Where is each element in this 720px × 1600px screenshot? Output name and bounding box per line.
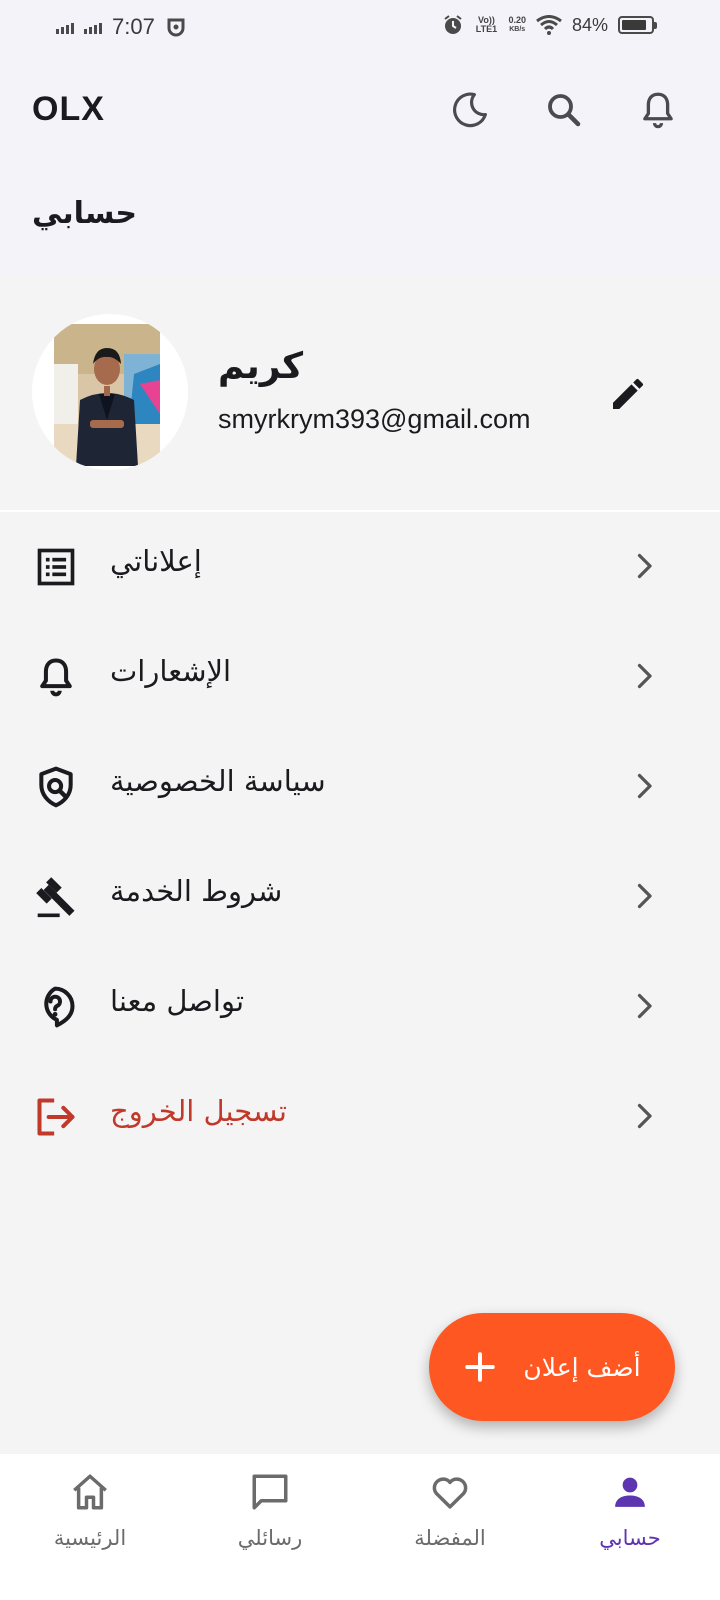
nav-item-home[interactable]: الرئيسية	[0, 1454, 180, 1600]
page-title: حسابي	[32, 196, 138, 231]
help-icon	[32, 983, 80, 1031]
profile-card: كريم smyrkrym393@gmail.com	[0, 276, 720, 510]
plus-icon	[465, 1352, 496, 1382]
menu-item-label: الإشعارات	[110, 654, 232, 688]
status-time: 7:07	[112, 14, 155, 39]
signal-icon-2	[84, 20, 102, 34]
chevron-right-icon	[637, 883, 652, 909]
search-button[interactable]	[540, 86, 588, 134]
nav-item-favorites[interactable]: المفضلة	[360, 1454, 540, 1600]
add-ad-label: أضف إعلان	[523, 1352, 641, 1382]
menu-item-notifications[interactable]: الإشعارات	[0, 622, 720, 732]
menu-item-label: تواصل معنا	[110, 984, 245, 1018]
account-menu: إعلاناتي الإشعارات سياسة الخصوصية شروط ا…	[0, 512, 720, 1172]
gavel-icon	[32, 873, 80, 921]
logout-icon	[32, 1093, 80, 1141]
nav-label: الرئيسية	[53, 1526, 127, 1550]
list-icon	[32, 543, 80, 591]
section-header: حسابي	[0, 166, 720, 276]
network-speed-unit: KB/s	[509, 26, 526, 33]
home-icon	[66, 1468, 114, 1516]
notifications-button[interactable]	[634, 86, 682, 134]
notification-dot-icon	[167, 18, 185, 37]
menu-item-contact-us[interactable]: تواصل معنا	[0, 952, 720, 1062]
network-speed-value: 0.20	[508, 15, 526, 25]
nav-label: رسائلي	[237, 1526, 303, 1550]
alarm-icon	[444, 15, 463, 34]
chevron-right-icon	[637, 1103, 652, 1129]
profile-name: كريم	[218, 346, 304, 387]
menu-item-label: إعلاناتي	[110, 544, 202, 578]
chevron-right-icon	[637, 773, 652, 799]
app-bar: OLX	[0, 56, 720, 166]
profile-email: smyrkrym393@gmail.com	[218, 404, 531, 434]
battery-icon	[618, 16, 657, 34]
network-speed: 0.20 KB/s	[508, 16, 526, 34]
chevron-right-icon	[637, 993, 652, 1019]
menu-item-label: تسجيل الخروج	[110, 1094, 287, 1128]
battery-percent: 84%	[571, 14, 608, 35]
wifi-icon	[536, 15, 562, 35]
pencil-icon	[613, 378, 644, 409]
search-icon	[548, 94, 581, 127]
chat-icon	[246, 1468, 294, 1516]
menu-item-label: شروط الخدمة	[110, 874, 283, 908]
brand-logo: OLX	[32, 90, 105, 128]
dark-mode-toggle[interactable]	[446, 86, 494, 134]
avatar-photo	[54, 324, 160, 466]
chevron-right-icon	[637, 663, 652, 689]
add-ad-button[interactable]: أضف إعلان	[429, 1313, 675, 1421]
menu-item-logout[interactable]: تسجيل الخروج	[0, 1062, 720, 1172]
menu-item-label: سياسة الخصوصية	[110, 764, 326, 798]
status-bar: 7:07 Vo)) LTE1 0.20 KB/s 84%	[0, 0, 720, 56]
bottom-nav: الرئيسية رسائلي المفضلة حسابي	[0, 1454, 720, 1600]
volte-indicator: Vo)) LTE1	[475, 15, 498, 34]
menu-item-my-ads[interactable]: إعلاناتي	[0, 512, 720, 622]
person-icon	[606, 1468, 654, 1516]
avatar[interactable]	[32, 314, 188, 470]
menu-item-privacy-policy[interactable]: سياسة الخصوصية	[0, 732, 720, 842]
edit-profile-button[interactable]	[604, 370, 652, 418]
nav-label: حسابي	[599, 1526, 661, 1550]
chevron-right-icon	[637, 553, 652, 579]
heart-icon	[426, 1468, 474, 1516]
bell-icon	[32, 653, 80, 701]
nav-item-messages[interactable]: رسائلي	[180, 1454, 360, 1600]
shield-icon	[32, 763, 80, 811]
status-left: 7:07	[56, 14, 187, 40]
nav-item-account[interactable]: حسابي	[540, 1454, 720, 1600]
battery-fill	[622, 20, 646, 30]
bell-icon	[643, 92, 673, 129]
menu-item-terms-of-service[interactable]: شروط الخدمة	[0, 842, 720, 952]
status-right: Vo)) LTE1 0.20 KB/s 84%	[442, 14, 657, 36]
signal-icon	[56, 20, 74, 34]
nav-label: المفضلة	[414, 1526, 486, 1550]
moon-icon	[453, 92, 487, 128]
